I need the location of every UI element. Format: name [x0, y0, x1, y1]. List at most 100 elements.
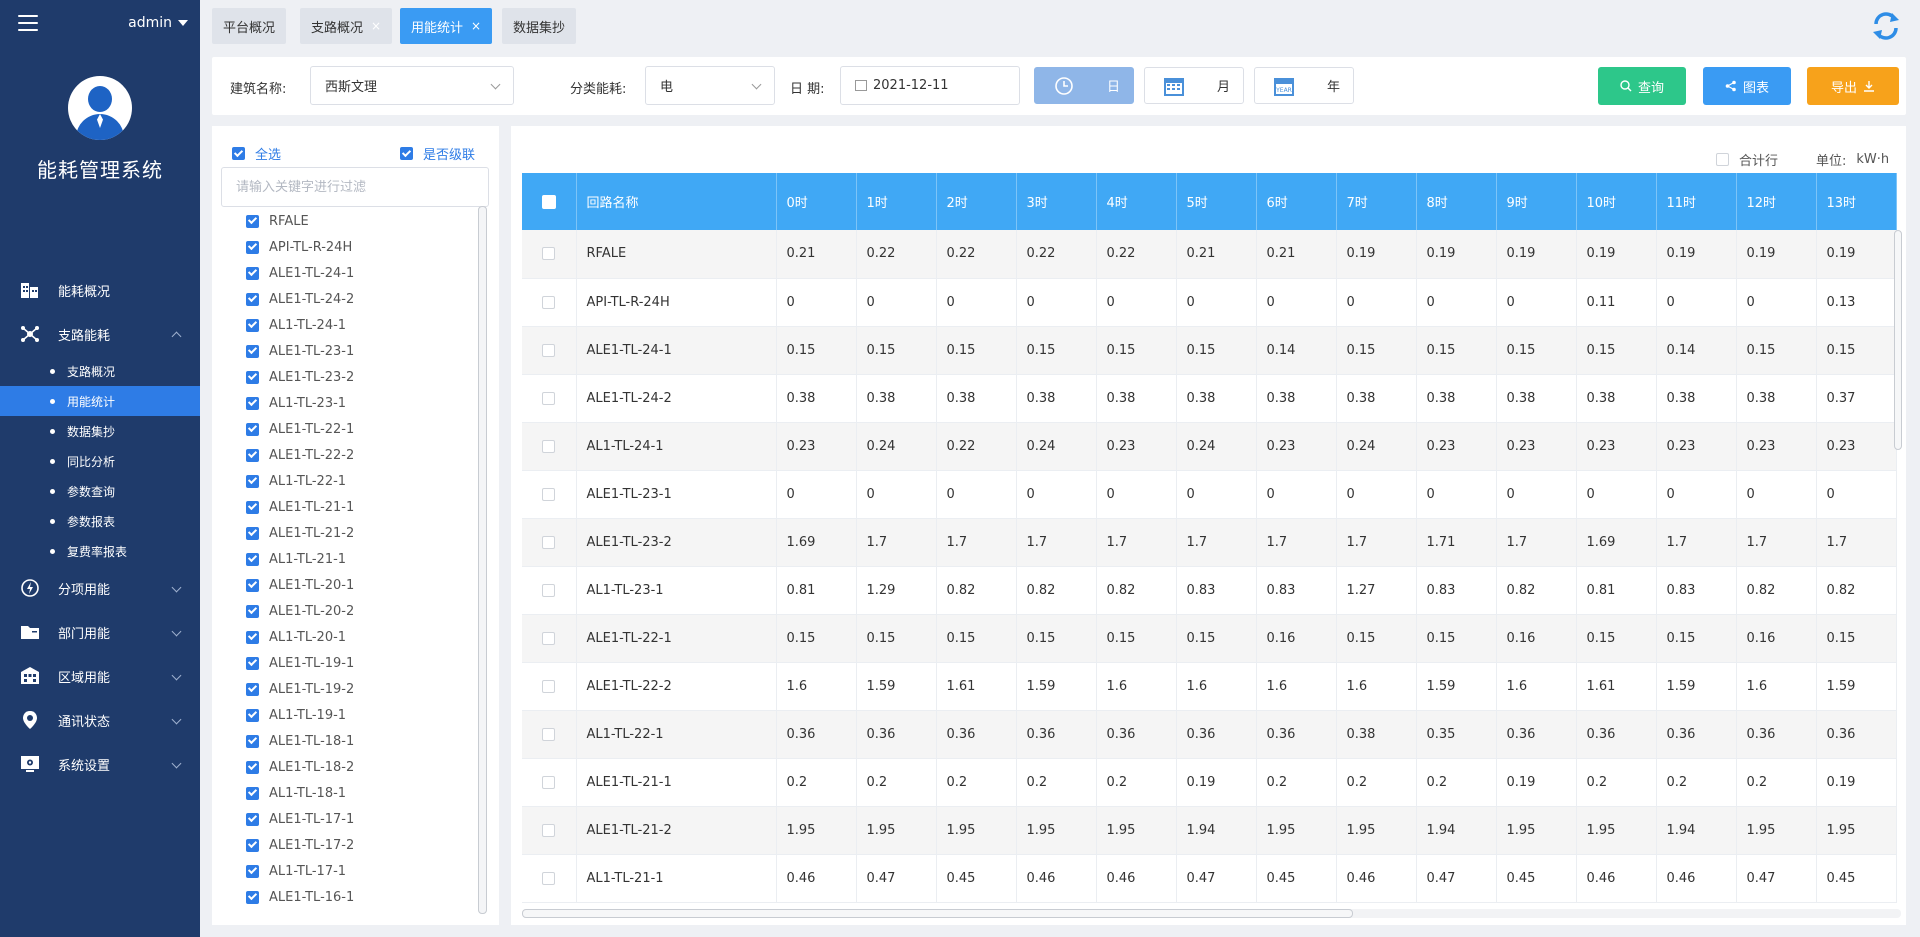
hamburger-menu-icon[interactable] — [18, 15, 38, 31]
row-checkbox[interactable] — [542, 391, 556, 405]
period-year-button[interactable]: YEAR 年 — [1254, 67, 1354, 104]
checkbox-checked-icon[interactable] — [246, 422, 259, 436]
table-row[interactable]: ALE1-TL-24-1 0.15 0.15 0.15 0.15 0.15 0.15 0.14… — [522, 326, 1897, 375]
row-checkbox[interactable] — [542, 727, 556, 741]
tree-item[interactable]: ALE1-TL-22-1 — [246, 416, 476, 442]
header-checkbox[interactable] — [541, 194, 556, 209]
table-row[interactable]: API-TL-R-24H 0 0 0 0 0 0 0 0 0 0 0.11 0 0 0.13 — [522, 278, 1897, 327]
cascade-checkbox[interactable]: 是否级联 — [400, 144, 475, 163]
checkbox-checked-icon[interactable] — [246, 708, 259, 722]
tree-scrollbar[interactable] — [478, 206, 487, 914]
tree-item[interactable]: AL1-TL-24-1 — [246, 312, 476, 338]
tree-item[interactable]: ALE1-TL-22-2 — [246, 442, 476, 468]
tree-item[interactable]: API-TL-R-24H — [246, 234, 476, 260]
checkbox-checked-icon[interactable] — [246, 448, 259, 462]
checkbox-checked-icon[interactable] — [246, 864, 259, 878]
sidebar-item-power[interactable]: 分项用能 — [0, 566, 200, 610]
tree-item[interactable]: RFALE — [246, 208, 476, 234]
table-horizontal-scrollbar[interactable] — [522, 909, 1901, 918]
tree-item[interactable]: ALE1-TL-17-2 — [246, 832, 476, 858]
checkbox-checked-icon[interactable] — [246, 578, 259, 592]
checkbox-checked-icon[interactable] — [246, 838, 259, 852]
table-row[interactable]: RFALE 0.21 0.22 0.22 0.22 0.22 0.21 0.21 0.19 0.1… — [522, 230, 1897, 279]
tree-item[interactable]: ALE1-TL-23-1 — [246, 338, 476, 364]
row-checkbox[interactable] — [542, 343, 556, 357]
tree-item[interactable]: AL1-TL-21-1 — [246, 546, 476, 572]
period-day-button[interactable]: 日 — [1034, 67, 1134, 104]
checkbox-checked-icon[interactable] — [246, 474, 259, 488]
tree-item[interactable]: ALE1-TL-24-2 — [246, 286, 476, 312]
checkbox-checked-icon[interactable] — [246, 630, 259, 644]
tree-item[interactable]: ALE1-TL-23-2 — [246, 364, 476, 390]
table-row[interactable]: AL1-TL-21-1 0.46 0.47 0.45 0.46 0.46 0.47 0.45 0… — [522, 854, 1897, 903]
checkbox-checked-icon[interactable] — [246, 266, 259, 280]
sidebar-item-network[interactable]: 支路能耗 — [0, 312, 200, 356]
checkbox-checked-icon[interactable] — [246, 370, 259, 384]
row-checkbox[interactable] — [542, 535, 556, 549]
checkbox-checked-icon[interactable] — [246, 396, 259, 410]
checkbox-checked-icon[interactable] — [246, 240, 259, 254]
tab-branch-overview[interactable]: 支路概况 × — [300, 8, 393, 44]
row-select-cell[interactable] — [522, 854, 577, 903]
sidebar-item-settings-monitor[interactable]: 系统设置 — [0, 742, 200, 786]
table-row[interactable]: AL1-TL-24-1 0.23 0.24 0.22 0.24 0.23 0.24 0.23 0… — [522, 422, 1897, 471]
tree-item[interactable]: ALE1-TL-20-1 — [246, 572, 476, 598]
checkbox-checked-icon[interactable] — [246, 604, 259, 618]
checkbox-checked-icon[interactable] — [246, 526, 259, 540]
row-checkbox[interactable] — [542, 439, 556, 453]
row-select-cell[interactable] — [522, 470, 577, 519]
tree-item[interactable]: AL1-TL-17-1 — [246, 858, 476, 884]
row-checkbox[interactable] — [542, 583, 556, 597]
row-checkbox[interactable] — [542, 487, 556, 501]
select-all-checkbox[interactable]: 全选 — [232, 144, 281, 163]
tree-item[interactable]: AL1-TL-19-1 — [246, 702, 476, 728]
table-row[interactable]: ALE1-TL-21-1 0.2 0.2 0.2 0.2 0.2 0.19 0.2 0.2 0.2… — [522, 758, 1897, 807]
tree-item[interactable]: AL1-TL-18-1 — [246, 780, 476, 806]
sidebar-subitem[interactable]: 参数查询 — [0, 476, 200, 506]
row-checkbox[interactable] — [542, 871, 556, 885]
row-select-cell[interactable] — [522, 662, 577, 711]
tree-item[interactable]: ALE1-TL-18-1 — [246, 728, 476, 754]
sidebar-item-grid-building[interactable]: 区域用能 — [0, 654, 200, 698]
query-button[interactable]: 查询 — [1598, 67, 1686, 105]
close-icon[interactable]: × — [371, 19, 381, 33]
checkbox-checked-icon[interactable] — [246, 786, 259, 800]
sidebar-item-folder[interactable]: 部门用能 — [0, 610, 200, 654]
checkbox-checked-icon[interactable] — [246, 292, 259, 306]
row-checkbox[interactable] — [542, 247, 556, 261]
table-row[interactable]: ALE1-TL-23-1 0 0 0 0 0 0 0 0 0 0 0 0 0 0 — [522, 470, 1897, 519]
row-checkbox[interactable] — [542, 775, 556, 789]
tree-item[interactable]: ALE1-TL-21-2 — [246, 520, 476, 546]
row-checkbox[interactable] — [542, 631, 556, 645]
table-row[interactable]: AL1-TL-23-1 0.81 1.29 0.82 0.82 0.82 0.83 0.83 1… — [522, 566, 1897, 615]
row-select-cell[interactable] — [522, 326, 577, 375]
row-select-cell[interactable] — [522, 374, 577, 423]
sidebar-subitem[interactable]: 参数报表 — [0, 506, 200, 536]
select-all-rows-header[interactable] — [522, 173, 577, 230]
row-select-cell[interactable] — [522, 422, 577, 471]
user-menu[interactable]: admin — [128, 15, 188, 31]
table-row[interactable]: AL1-TL-22-1 0.36 0.36 0.36 0.36 0.36 0.36 0.36 0… — [522, 710, 1897, 759]
row-select-cell[interactable] — [522, 710, 577, 759]
tree-item[interactable]: AL1-TL-23-1 — [246, 390, 476, 416]
chart-button[interactable]: 图表 — [1703, 67, 1791, 105]
checkbox-checked-icon[interactable] — [246, 214, 259, 228]
row-select-cell[interactable] — [522, 518, 577, 567]
sidebar-item-building[interactable]: 能耗概况 — [0, 268, 200, 312]
table-row[interactable]: ALE1-TL-21-2 1.95 1.95 1.95 1.95 1.95 1.94 1.95… — [522, 806, 1897, 855]
checkbox-checked-icon[interactable] — [246, 812, 259, 826]
tab-data-collection[interactable]: 数据集抄 — [502, 8, 577, 44]
checkbox-checked-icon[interactable] — [246, 318, 259, 332]
scrollbar-thumb[interactable] — [522, 909, 1353, 918]
tree-item[interactable]: ALE1-TL-18-2 — [246, 754, 476, 780]
row-select-cell[interactable] — [522, 278, 577, 327]
checkbox-checked-icon[interactable] — [246, 500, 259, 514]
row-select-cell[interactable] — [522, 614, 577, 663]
close-icon[interactable]: × — [471, 19, 481, 33]
row-checkbox[interactable] — [542, 295, 556, 309]
table-row[interactable]: ALE1-TL-22-2 1.6 1.59 1.61 1.59 1.6 1.6 1.6 1.6 1… — [522, 662, 1897, 711]
sidebar-subitem[interactable]: 数据集抄 — [0, 416, 200, 446]
checkbox-checked-icon[interactable] — [246, 890, 259, 904]
period-month-button[interactable]: 月 — [1144, 67, 1244, 104]
row-select-cell[interactable] — [522, 806, 577, 855]
